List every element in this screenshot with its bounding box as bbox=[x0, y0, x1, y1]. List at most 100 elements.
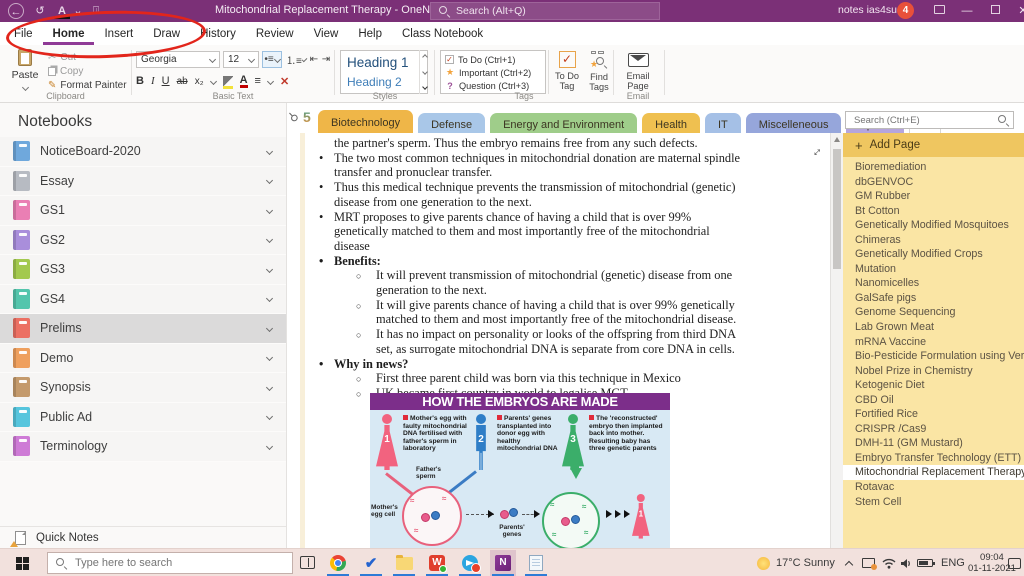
delete-icon[interactable]: ✕ bbox=[280, 75, 289, 88]
taskbar-search-input[interactable] bbox=[75, 557, 284, 569]
italic-button[interactable]: I bbox=[151, 75, 155, 87]
maximize-button[interactable] bbox=[982, 0, 1008, 22]
ribbon-display-options-icon[interactable] bbox=[926, 0, 952, 22]
quick-notes-button[interactable]: Quick Notes bbox=[0, 526, 286, 548]
speaker-icon[interactable] bbox=[900, 549, 913, 576]
chevron-down-icon[interactable] bbox=[266, 295, 273, 302]
section-nav-badge[interactable]: 5 bbox=[303, 109, 311, 125]
close-button[interactable]: ✕ bbox=[1010, 0, 1024, 22]
pin-icon[interactable]: ⚲ bbox=[285, 109, 301, 125]
notebook-item[interactable]: Terminology bbox=[0, 432, 286, 462]
page-item[interactable]: CRISPR /Cas9 bbox=[843, 422, 1024, 437]
embryo-infographic-image[interactable]: HOW THE EMBRYOS ARE MADE 1 Mother's egg … bbox=[370, 393, 670, 548]
page-item[interactable]: Stem Cell bbox=[843, 495, 1024, 510]
expand-icon[interactable]: ↔ bbox=[806, 141, 826, 161]
page-item[interactable]: DMH-11 (GM Mustard) bbox=[843, 436, 1024, 451]
chevron-down-icon[interactable] bbox=[266, 236, 273, 243]
page-canvas[interactable]: ↔ the partner's sperm. Thus the embryo r… bbox=[287, 133, 830, 548]
battery-icon[interactable] bbox=[917, 549, 933, 576]
back-icon[interactable]: ← bbox=[8, 3, 24, 19]
taskbar-app-explorer[interactable] bbox=[391, 550, 417, 576]
page-item[interactable]: Embryo Transfer Technology (ETT) bbox=[843, 451, 1024, 466]
ribbon-tab[interactable]: Help bbox=[348, 22, 392, 45]
page-item[interactable]: Chimeras bbox=[843, 233, 1024, 248]
add-page-button[interactable]: + Add Page bbox=[843, 133, 1024, 157]
style-option[interactable]: Heading 2 bbox=[347, 72, 415, 91]
notebook-item[interactable]: GS1 bbox=[0, 196, 286, 226]
chevron-down-icon[interactable] bbox=[266, 443, 273, 450]
page-item[interactable]: GalSafe pigs bbox=[843, 291, 1024, 306]
bullet-list-button[interactable]: •≡ bbox=[262, 51, 282, 68]
page-item[interactable]: Rotavac bbox=[843, 480, 1024, 495]
tray-chevron-up-icon[interactable] bbox=[846, 549, 852, 576]
page-item[interactable]: Bio-Pesticide Formulation using Verticil… bbox=[843, 349, 1024, 364]
decrease-indent-icon[interactable]: ⇤ bbox=[308, 51, 320, 68]
ribbon-tab[interactable]: Draw bbox=[143, 22, 190, 45]
content-line[interactable]: MRT proposes to give parents chance of h… bbox=[306, 210, 746, 254]
page-item[interactable]: Nobel Prize in Chemistry bbox=[843, 364, 1024, 379]
section-search-input[interactable] bbox=[846, 115, 998, 126]
chevron-down-icon[interactable] bbox=[266, 325, 273, 332]
underline-button[interactable]: U bbox=[162, 75, 170, 87]
bold-button[interactable]: B bbox=[136, 75, 144, 87]
page-item[interactable]: dbGENVOC bbox=[843, 175, 1024, 190]
weather-icon[interactable] bbox=[757, 549, 770, 576]
numbered-list-button[interactable]: ⒈≡ bbox=[286, 51, 306, 68]
ribbon-tab[interactable]: Home bbox=[43, 22, 95, 45]
page-item[interactable]: Ketogenic Diet bbox=[843, 378, 1024, 393]
paste-button[interactable]: Paste bbox=[8, 49, 42, 95]
content-line[interactable]: It will prevent transmission of mitochon… bbox=[306, 268, 746, 297]
taskbar-app-chrome[interactable] bbox=[325, 550, 351, 576]
font-name-select[interactable]: Georgia bbox=[136, 51, 220, 68]
tray-app-icon[interactable] bbox=[862, 549, 875, 576]
ribbon-tab[interactable]: Insert bbox=[94, 22, 143, 45]
language-indicator[interactable]: ENG bbox=[941, 549, 965, 576]
quick-access-toolbar-icon[interactable]: ⍗ bbox=[88, 3, 104, 19]
ribbon-tab[interactable]: Class Notebook bbox=[392, 22, 493, 45]
scrollbar-thumb[interactable] bbox=[833, 149, 841, 269]
page-item[interactable]: Genome Sequencing bbox=[843, 305, 1024, 320]
email-page-button[interactable]: Email Page bbox=[617, 49, 659, 97]
font-color-button[interactable]: A bbox=[240, 75, 248, 88]
content-line[interactable]: It will give parents chance of having a … bbox=[306, 298, 746, 327]
chevron-down-icon[interactable] bbox=[266, 384, 273, 391]
notebook-item[interactable]: Essay bbox=[0, 167, 286, 197]
gallery-more-icon[interactable] bbox=[422, 84, 428, 90]
notebook-item[interactable]: Public Ad bbox=[0, 403, 286, 433]
page-item[interactable]: GM Rubber bbox=[843, 189, 1024, 204]
chevron-down-icon[interactable] bbox=[266, 266, 273, 273]
page-item[interactable]: Bioremediation bbox=[843, 160, 1024, 175]
vertical-scrollbar[interactable] bbox=[830, 133, 843, 548]
wifi-icon[interactable] bbox=[882, 549, 896, 576]
chevron-down-icon[interactable] bbox=[267, 77, 274, 84]
page-item[interactable]: Genetically Modified Mosquitoes bbox=[843, 218, 1024, 233]
content-line[interactable]: the partner's sperm. Thus the embryo rem… bbox=[306, 136, 746, 151]
start-button[interactable] bbox=[0, 549, 44, 576]
content-line[interactable]: Benefits: bbox=[306, 254, 746, 269]
content-line[interactable]: First three parent child was born via th… bbox=[306, 371, 746, 386]
format-painter-button[interactable]: Format Painter bbox=[48, 78, 127, 92]
notebook-item[interactable]: GS3 bbox=[0, 255, 286, 285]
page-item[interactable]: Genetically Modified Crops bbox=[843, 247, 1024, 262]
content-line[interactable]: The two most common techniques in mitoch… bbox=[306, 151, 746, 180]
weather-text[interactable]: 17°C Sunny bbox=[776, 549, 835, 576]
taskbar-app-wps[interactable]: W bbox=[424, 550, 450, 576]
ribbon-tab[interactable]: Review bbox=[246, 22, 304, 45]
notebook-item[interactable]: GS4 bbox=[0, 285, 286, 315]
task-view-icon[interactable] bbox=[300, 556, 315, 569]
ribbon-tab[interactable]: File bbox=[4, 22, 43, 45]
tag-option[interactable]: ✓ To Do (Ctrl+1) bbox=[445, 53, 533, 66]
notification-center-icon[interactable] bbox=[1008, 549, 1021, 576]
page-item[interactable]: Mutation bbox=[843, 262, 1024, 277]
scroll-up-icon[interactable] bbox=[834, 137, 840, 142]
strikethrough-button[interactable]: ab bbox=[177, 76, 188, 87]
style-option[interactable]: Heading 1 bbox=[347, 53, 415, 72]
notification-badge[interactable]: 4 bbox=[897, 2, 914, 19]
page-item[interactable]: mRNA Vaccine bbox=[843, 335, 1024, 350]
app-search-box[interactable]: Search (Alt+Q) bbox=[430, 2, 660, 20]
chevron-down-icon[interactable] bbox=[266, 413, 273, 420]
taskbar-app-notepad[interactable] bbox=[523, 550, 549, 576]
highlighter-icon[interactable] bbox=[223, 76, 233, 86]
minimize-button[interactable]: — bbox=[954, 0, 980, 22]
font-size-select[interactable]: 12 bbox=[223, 51, 259, 68]
